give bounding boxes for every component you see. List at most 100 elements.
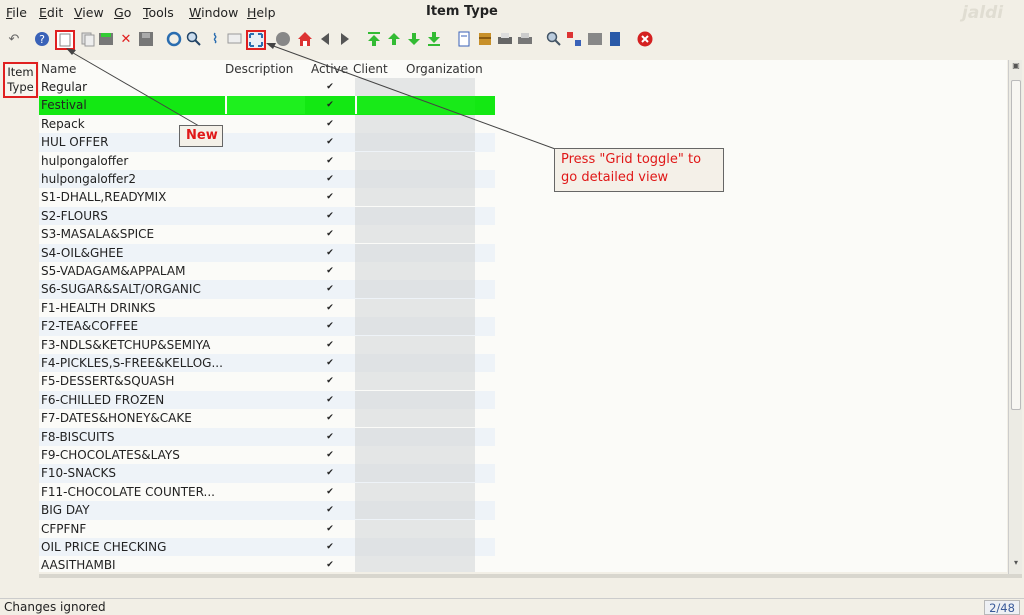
column-header-organization[interactable]: Organization bbox=[406, 62, 483, 76]
cell-description[interactable] bbox=[225, 336, 305, 354]
cell-name[interactable]: F10-SNACKS bbox=[41, 466, 223, 480]
refresh-icon[interactable] bbox=[165, 30, 183, 48]
cell-client[interactable] bbox=[355, 335, 405, 354]
active-checkbox[interactable]: ✔ bbox=[325, 100, 335, 110]
cell-name[interactable]: S2-FLOURS bbox=[41, 209, 223, 223]
table-row[interactable]: Regular ✔ bbox=[39, 78, 495, 96]
cell-description[interactable] bbox=[225, 133, 305, 151]
cell-name[interactable]: F8-BISCUITS bbox=[41, 430, 223, 444]
cell-client[interactable] bbox=[355, 519, 405, 538]
cell-description[interactable] bbox=[225, 188, 305, 206]
column-header-description[interactable]: Description bbox=[225, 62, 293, 76]
column-header-client[interactable]: Client bbox=[353, 62, 388, 76]
table-row[interactable]: F8-BISCUITS ✔ bbox=[39, 427, 495, 446]
active-checkbox[interactable]: ✔ bbox=[325, 413, 335, 423]
workflow-icon[interactable] bbox=[565, 30, 583, 48]
cell-description[interactable] bbox=[225, 409, 305, 427]
cell-organization[interactable] bbox=[405, 372, 475, 391]
active-checkbox[interactable]: ✔ bbox=[325, 248, 335, 258]
table-row[interactable]: HUL OFFER ✔ bbox=[39, 133, 495, 152]
cell-name[interactable]: F5-DESSERT&SQUASH bbox=[41, 374, 223, 388]
next-record-icon[interactable] bbox=[405, 30, 423, 48]
cell-organization[interactable] bbox=[405, 170, 475, 188]
table-row[interactable]: S6-SUGAR&SALT/ORGANIC ✔ bbox=[39, 280, 495, 299]
cell-client[interactable] bbox=[355, 427, 405, 446]
new-record-icon[interactable] bbox=[55, 30, 75, 50]
active-checkbox[interactable]: ✔ bbox=[325, 524, 335, 534]
cell-name[interactable]: F4-PICKLES,S-FREE&KELLOG... bbox=[41, 356, 223, 370]
print-preview-icon[interactable] bbox=[496, 30, 514, 48]
menu-edit[interactable]: Edit bbox=[39, 5, 63, 20]
cell-client[interactable] bbox=[355, 151, 405, 170]
cell-description[interactable] bbox=[225, 464, 305, 482]
cell-description[interactable] bbox=[225, 152, 305, 170]
cell-organization[interactable] bbox=[405, 114, 475, 133]
cell-description[interactable] bbox=[225, 299, 305, 317]
save-disk-icon[interactable] bbox=[137, 30, 155, 48]
table-row[interactable]: F4-PICKLES,S-FREE&KELLOG... ✔ bbox=[39, 354, 495, 373]
help-icon[interactable]: ? bbox=[33, 30, 51, 48]
cell-organization[interactable] bbox=[405, 78, 475, 96]
table-row[interactable]: S1-DHALL,READYMIX ✔ bbox=[39, 188, 495, 207]
cell-organization[interactable] bbox=[405, 501, 475, 520]
report-icon[interactable] bbox=[455, 30, 473, 48]
table-row[interactable]: F1-HEALTH DRINKS ✔ bbox=[39, 298, 495, 317]
cell-client[interactable] bbox=[355, 188, 405, 207]
cell-name[interactable]: Regular bbox=[41, 80, 223, 94]
cell-name[interactable]: S5-VADAGAM&APPALAM bbox=[41, 264, 223, 278]
active-workflows-icon[interactable] bbox=[606, 30, 624, 48]
cell-client[interactable] bbox=[355, 114, 405, 133]
cell-client[interactable] bbox=[355, 96, 405, 115]
cell-client[interactable] bbox=[355, 206, 405, 225]
scroll-up-icon[interactable]: ▣ bbox=[1010, 61, 1022, 73]
cell-client[interactable] bbox=[355, 280, 405, 299]
copy-record-icon[interactable] bbox=[79, 30, 97, 48]
cell-client[interactable] bbox=[355, 556, 405, 572]
table-row[interactable]: S4-OIL&GHEE ✔ bbox=[39, 243, 495, 262]
grid-toggle-icon[interactable] bbox=[246, 30, 266, 50]
table-row[interactable]: F6-CHILLED FROZEN ✔ bbox=[39, 390, 495, 410]
cell-name[interactable]: Festival bbox=[41, 98, 223, 112]
cell-description[interactable] bbox=[225, 280, 305, 298]
table-row[interactable]: BIG DAY ✔ bbox=[39, 501, 495, 520]
cell-name[interactable]: F6-CHILLED FROZEN bbox=[41, 393, 223, 407]
cell-client[interactable] bbox=[355, 464, 405, 483]
active-checkbox[interactable]: ✔ bbox=[325, 211, 335, 221]
first-record-icon[interactable] bbox=[365, 30, 383, 48]
cell-client[interactable] bbox=[355, 170, 405, 188]
cell-organization[interactable] bbox=[405, 446, 475, 464]
cell-description[interactable] bbox=[225, 170, 305, 188]
attachment-icon[interactable]: ⌇ bbox=[206, 30, 224, 48]
table-row[interactable]: Festival ✔ bbox=[39, 96, 495, 115]
active-checkbox[interactable]: ✔ bbox=[325, 487, 335, 497]
cell-name[interactable]: F1-HEALTH DRINKS bbox=[41, 301, 223, 315]
active-checkbox[interactable]: ✔ bbox=[325, 321, 335, 331]
zoom-across-icon[interactable] bbox=[545, 30, 563, 48]
cell-description[interactable] bbox=[225, 78, 305, 96]
active-checkbox[interactable]: ✔ bbox=[325, 137, 335, 147]
active-checkbox[interactable]: ✔ bbox=[325, 468, 335, 478]
cell-organization[interactable] bbox=[405, 317, 475, 336]
cell-name[interactable]: S6-SUGAR&SALT/ORGANIC bbox=[41, 282, 223, 296]
cell-client[interactable] bbox=[355, 446, 405, 464]
cell-client[interactable] bbox=[355, 133, 405, 152]
column-header-active[interactable]: Active bbox=[311, 62, 348, 76]
active-checkbox[interactable]: ✔ bbox=[325, 395, 335, 405]
active-checkbox[interactable]: ✔ bbox=[325, 174, 335, 184]
cell-description[interactable] bbox=[225, 207, 305, 225]
cell-organization[interactable] bbox=[405, 133, 475, 152]
table-row[interactable]: F9-CHOCOLATES&LAYS ✔ bbox=[39, 446, 495, 464]
back-icon[interactable] bbox=[316, 30, 334, 48]
table-row[interactable]: OIL PRICE CHECKING ✔ bbox=[39, 538, 495, 557]
cell-description[interactable] bbox=[225, 96, 305, 115]
cell-client[interactable] bbox=[355, 354, 405, 372]
cell-organization[interactable] bbox=[405, 280, 475, 299]
chat-icon[interactable] bbox=[226, 30, 244, 48]
cell-client[interactable] bbox=[355, 243, 405, 262]
cell-name[interactable]: F3-NDLS&KETCHUP&SEMIYA bbox=[41, 338, 223, 352]
active-checkbox[interactable]: ✔ bbox=[325, 266, 335, 276]
cell-client[interactable] bbox=[355, 298, 405, 317]
table-row[interactable]: hulpongaloffer2 ✔ bbox=[39, 170, 495, 189]
cell-description[interactable] bbox=[225, 538, 305, 556]
table-row[interactable]: S2-FLOURS ✔ bbox=[39, 206, 495, 226]
